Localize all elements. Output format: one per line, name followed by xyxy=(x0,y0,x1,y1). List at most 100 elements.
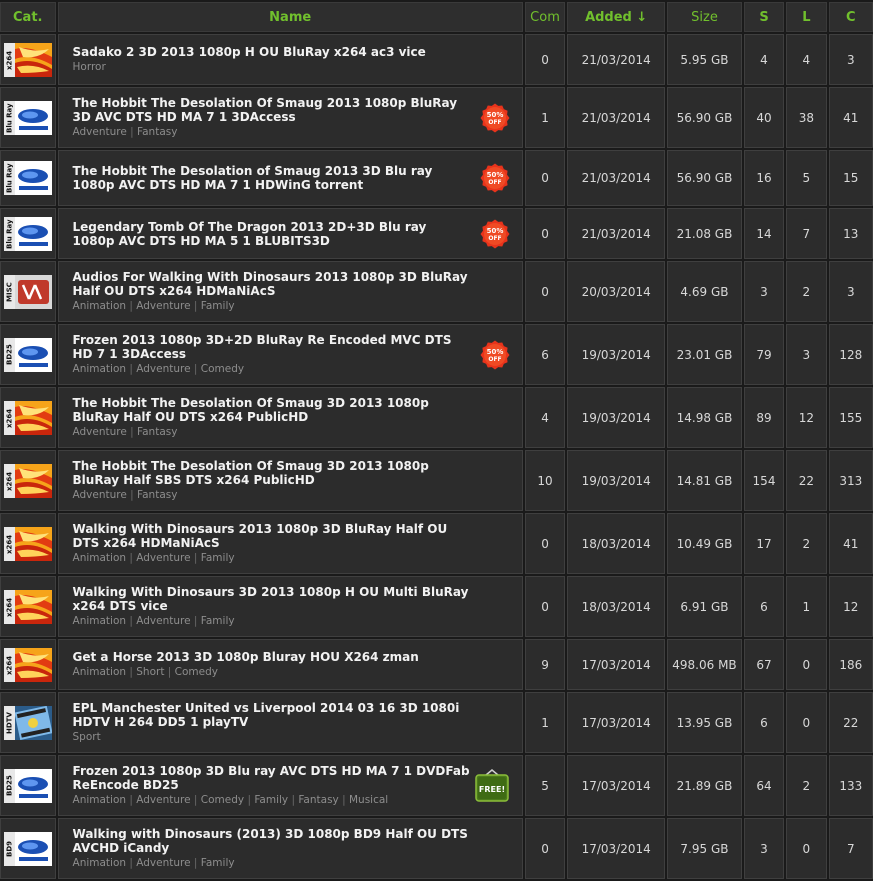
table-row[interactable]: Blu Ray Legendary Tomb Of The Dragon 2013… xyxy=(0,208,873,259)
file-size: 4.69 GB xyxy=(667,261,742,322)
category-icon[interactable]: x264 xyxy=(3,397,52,439)
col-header-seeders[interactable]: S xyxy=(743,2,785,32)
category-icon[interactable]: x264 xyxy=(3,586,52,628)
genre-link[interactable]: Family xyxy=(201,857,235,869)
torrent-name-link[interactable]: Frozen 2013 1080p 3D+2D BluRay Re Encode… xyxy=(73,333,514,361)
svg-text:OFF: OFF xyxy=(488,356,501,363)
torrent-name-link[interactable]: The Hobbit The Desolation of Smaug 2013 … xyxy=(73,164,514,192)
genre-link[interactable]: Animation xyxy=(73,615,127,627)
genre-link[interactable]: Adventure xyxy=(73,489,127,501)
genre-link[interactable]: Animation xyxy=(73,666,127,678)
genre-link[interactable]: Family xyxy=(201,615,235,627)
file-size: 14.81 GB xyxy=(667,450,742,511)
col-header-name[interactable]: Name xyxy=(57,2,523,32)
genre-separator: | xyxy=(190,856,201,869)
genre-link[interactable]: Comedy xyxy=(175,666,218,678)
genre-link[interactable]: Animation xyxy=(73,857,127,869)
table-row[interactable]: BD9 Walking with Dinosaurs (2013) 3D 1080… xyxy=(0,818,873,879)
torrent-name-link[interactable]: Legendary Tomb Of The Dragon 2013 2D+3D … xyxy=(73,220,514,248)
genre-link[interactable]: Adventure xyxy=(136,552,190,564)
seeders-count: 67 xyxy=(743,639,785,690)
torrent-name-link[interactable]: Get a Horse 2013 3D 1080p Bluray HOU X26… xyxy=(73,650,514,664)
genre-link[interactable]: Adventure xyxy=(136,363,190,375)
category-icon[interactable]: x264 xyxy=(3,523,52,565)
completed-count: 12 xyxy=(828,576,873,637)
seeders-count: 6 xyxy=(743,692,785,753)
table-row[interactable]: Blu Ray The Hobbit The Desolation of Smau… xyxy=(0,150,873,206)
table-row[interactable]: x264 Walking With Dinosaurs 3D 2013 1080p… xyxy=(0,576,873,637)
table-row[interactable]: x264 The Hobbit The Desolation Of Smaug 3… xyxy=(0,450,873,511)
torrent-name-link[interactable]: Frozen 2013 1080p 3D Blu ray AVC DTS HD … xyxy=(73,764,514,792)
category-icon[interactable]: Blu Ray xyxy=(3,97,52,139)
genre-link[interactable]: Animation xyxy=(73,552,127,564)
torrent-name-link[interactable]: Audios For Walking With Dinosaurs 2013 1… xyxy=(73,270,514,298)
table-row[interactable]: x264 Walking With Dinosaurs 2013 1080p 3D… xyxy=(0,513,873,574)
torrent-name-link[interactable]: The Hobbit The Desolation Of Smaug 2013 … xyxy=(73,96,514,124)
genre-link[interactable]: Fantasy xyxy=(137,489,177,501)
category-icon[interactable]: Blu Ray xyxy=(3,213,52,255)
genre-link[interactable]: Family xyxy=(254,794,288,806)
genre-link[interactable]: Adventure xyxy=(136,794,190,806)
genre-link[interactable]: Sport xyxy=(73,731,101,743)
genre-link[interactable]: Horror xyxy=(73,61,106,73)
table-row[interactable]: Blu Ray The Hobbit The Desolation Of Smau… xyxy=(0,87,873,148)
genre-link[interactable]: Short xyxy=(136,666,164,678)
category-icon[interactable]: BD9 xyxy=(3,828,52,870)
genre-link[interactable]: Fantasy xyxy=(137,426,177,438)
name-cell: Legendary Tomb Of The Dragon 2013 2D+3D … xyxy=(57,208,523,259)
table-row[interactable]: HDTV EPL Manchester United vs Liverpool 2… xyxy=(0,692,873,753)
genre-link[interactable]: Adventure xyxy=(73,426,127,438)
table-row[interactable]: x264 The Hobbit The Desolation Of Smaug 3… xyxy=(0,387,873,448)
col-header-com[interactable]: Com xyxy=(524,2,566,32)
torrent-name-link[interactable]: The Hobbit The Desolation Of Smaug 3D 20… xyxy=(73,396,514,424)
table-row[interactable]: BD25 Frozen 2013 1080p 3D Blu ray AVC DTS… xyxy=(0,755,873,816)
genre-link[interactable]: Adventure xyxy=(136,615,190,627)
comments-count: 0 xyxy=(524,513,566,574)
category-icon[interactable]: x264 xyxy=(3,460,52,502)
col-header-added[interactable]: Added ↓ xyxy=(567,2,666,32)
genre-separator: | xyxy=(190,614,201,627)
added-date: 20/03/2014 xyxy=(567,261,666,322)
added-date: 17/03/2014 xyxy=(567,755,666,816)
category-icon[interactable]: HDTV xyxy=(3,702,52,744)
category-icon[interactable]: BD25 xyxy=(3,765,52,807)
genre-link[interactable]: Fantasy xyxy=(137,126,177,138)
torrent-name-link[interactable]: Sadako 2 3D 2013 1080p H OU BluRay x264 … xyxy=(73,45,514,59)
table-row[interactable]: MISC Audios For Walking With Dinosaurs 20… xyxy=(0,261,873,322)
col-header-size[interactable]: Size xyxy=(667,2,742,32)
genre-link[interactable]: Comedy xyxy=(201,363,244,375)
category-cell: Blu Ray xyxy=(0,87,56,148)
torrent-name-link[interactable]: Walking With Dinosaurs 3D 2013 1080p H O… xyxy=(73,585,514,613)
genre-link[interactable]: Adventure xyxy=(73,126,127,138)
genre-link[interactable]: Comedy xyxy=(201,794,244,806)
col-header-cat[interactable]: Cat. xyxy=(0,2,56,32)
col-header-leechers[interactable]: L xyxy=(786,2,827,32)
torrent-name-link[interactable]: Walking With Dinosaurs 2013 1080p 3D Blu… xyxy=(73,522,514,550)
category-icon[interactable]: Blu Ray xyxy=(3,157,52,199)
genre-link[interactable]: Adventure xyxy=(136,857,190,869)
category-icon[interactable]: x264 xyxy=(3,644,52,686)
table-row[interactable]: x264 Sadako 2 3D 2013 1080p H OU BluRay x… xyxy=(0,34,873,85)
genre-link[interactable]: Animation xyxy=(73,300,127,312)
genre-link[interactable]: Musical xyxy=(349,794,388,806)
torrent-name-link[interactable]: Walking with Dinosaurs (2013) 3D 1080p B… xyxy=(73,827,514,855)
file-size: 6.91 GB xyxy=(667,576,742,637)
genre-link[interactable]: Fantasy xyxy=(298,794,338,806)
genre-separator: | xyxy=(190,551,201,564)
table-row[interactable]: BD25 Frozen 2013 1080p 3D+2D BluRay Re En… xyxy=(0,324,873,385)
genre-link[interactable]: Family xyxy=(201,552,235,564)
col-header-completed[interactable]: C xyxy=(828,2,873,32)
category-icon[interactable]: BD25 xyxy=(3,334,52,376)
name-cell: Walking With Dinosaurs 2013 1080p 3D Blu… xyxy=(57,513,523,574)
genre-link[interactable]: Family xyxy=(201,300,235,312)
genre-link[interactable]: Adventure xyxy=(136,300,190,312)
category-icon[interactable]: MISC xyxy=(3,271,52,313)
torrent-name-link[interactable]: The Hobbit The Desolation Of Smaug 3D 20… xyxy=(73,459,514,487)
category-icon[interactable]: x264 xyxy=(3,39,52,81)
table-row[interactable]: x264 Get a Horse 2013 3D 1080p Bluray HOU… xyxy=(0,639,873,690)
added-date: 19/03/2014 xyxy=(567,324,666,385)
genre-link[interactable]: Animation xyxy=(73,363,127,375)
genre-link[interactable]: Animation xyxy=(73,794,127,806)
file-size: 498.06 MB xyxy=(667,639,742,690)
torrent-name-link[interactable]: EPL Manchester United vs Liverpool 2014 … xyxy=(73,701,514,729)
